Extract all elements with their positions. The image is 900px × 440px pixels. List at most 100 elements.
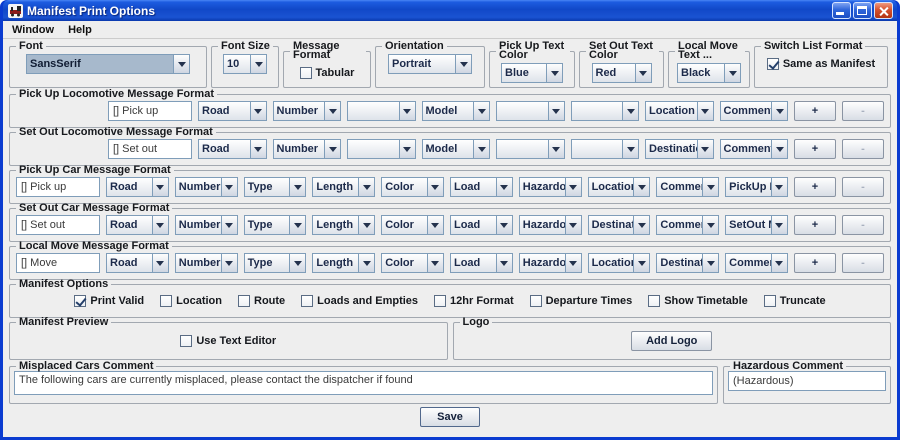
number-combo[interactable]: Number	[175, 215, 238, 235]
combo-dropdown-button[interactable]	[358, 178, 374, 196]
length-combo[interactable]: Length	[312, 215, 375, 235]
combo-dropdown-button[interactable]	[358, 254, 374, 272]
combo-dropdown-button[interactable]	[771, 178, 787, 196]
model-combo[interactable]: Model	[422, 139, 491, 159]
font-size-combo[interactable]: 10	[223, 54, 267, 74]
combo-dropdown-button[interactable]	[702, 254, 718, 272]
road-combo[interactable]: Road	[198, 101, 267, 121]
road-combo[interactable]: Road	[106, 177, 169, 197]
combo-dropdown-button[interactable]	[724, 64, 740, 82]
font-combo[interactable]: SansSerif	[26, 54, 190, 74]
prefix-text-field[interactable]: [] Pick up	[108, 101, 192, 121]
combo-dropdown-button[interactable]	[548, 140, 564, 158]
length-combo[interactable]: Length	[312, 253, 375, 273]
add-field-button[interactable]: +	[794, 139, 836, 159]
menu-help[interactable]: Help	[62, 23, 98, 37]
type-combo[interactable]: Type	[244, 253, 307, 273]
combo-dropdown-button[interactable]	[399, 102, 415, 120]
prefix-text-field[interactable]: [] Move	[16, 253, 100, 273]
combo-dropdown-button[interactable]	[635, 64, 651, 82]
combo-dropdown-button[interactable]	[399, 140, 415, 158]
maximize-icon[interactable]	[853, 2, 872, 19]
empty-combo[interactable]	[571, 139, 640, 159]
add-logo-button[interactable]: Add Logo	[631, 331, 712, 351]
combo-dropdown-button[interactable]	[473, 102, 489, 120]
save-button[interactable]: Save	[420, 407, 480, 427]
prefix-text-field[interactable]: [] Pick up	[16, 177, 100, 197]
menu-window[interactable]: Window	[6, 23, 60, 37]
remove-field-button[interactable]: -	[842, 215, 884, 235]
pickup-msg-combo[interactable]: PickUp Msg	[725, 177, 788, 197]
destination-combo[interactable]: Destination	[588, 215, 651, 235]
prefix-text-field[interactable]: [] Set out	[16, 215, 100, 235]
location-combo[interactable]: Location	[588, 177, 651, 197]
combo-dropdown-button[interactable]	[289, 178, 305, 196]
title-bar[interactable]: Manifest Print Options	[3, 0, 897, 21]
combo-dropdown-button[interactable]	[427, 254, 443, 272]
combo-dropdown-button[interactable]	[496, 178, 512, 196]
color-combo[interactable]: Color	[381, 253, 444, 273]
number-combo[interactable]: Number	[175, 253, 238, 273]
location-checkbox[interactable]: Location	[160, 295, 222, 307]
combo-dropdown-button[interactable]	[324, 102, 340, 120]
add-field-button[interactable]: +	[794, 215, 836, 235]
color-combo[interactable]: Color	[381, 177, 444, 197]
add-field-button[interactable]: +	[794, 101, 836, 121]
show-timetable-checkbox[interactable]: Show Timetable	[648, 295, 748, 307]
same-as-manifest-checkbox[interactable]: Same as Manifest	[767, 58, 875, 70]
combo-dropdown-button[interactable]	[250, 102, 266, 120]
remove-field-button[interactable]: -	[842, 139, 884, 159]
loads-and-empties-checkbox[interactable]: Loads and Empties	[301, 295, 418, 307]
minimize-icon[interactable]	[832, 2, 851, 19]
combo-dropdown-button[interactable]	[289, 254, 305, 272]
use-text-editor-checkbox[interactable]: Use Text Editor	[180, 335, 276, 347]
combo-dropdown-button[interactable]	[702, 178, 718, 196]
combo-dropdown-button[interactable]	[358, 216, 374, 234]
comment-combo[interactable]: Comment	[656, 177, 719, 197]
empty-combo[interactable]	[347, 139, 416, 159]
hazardous-combo[interactable]: Hazardous	[519, 253, 582, 273]
empty-combo[interactable]	[347, 101, 416, 121]
road-combo[interactable]: Road	[198, 139, 267, 159]
length-combo[interactable]: Length	[312, 177, 375, 197]
combo-dropdown-button[interactable]	[622, 140, 638, 158]
combo-dropdown-button[interactable]	[152, 178, 168, 196]
combo-dropdown-button[interactable]	[546, 64, 562, 82]
comment-combo[interactable]: Comment	[720, 139, 789, 159]
type-combo[interactable]: Type	[244, 215, 307, 235]
remove-field-button[interactable]: -	[842, 177, 884, 197]
add-field-button[interactable]: +	[794, 253, 836, 273]
combo-dropdown-button[interactable]	[548, 102, 564, 120]
set-out-text-color-combo[interactable]: Red	[592, 63, 652, 83]
combo-dropdown-button[interactable]	[565, 254, 581, 272]
combo-dropdown-button[interactable]	[473, 140, 489, 158]
combo-dropdown-button[interactable]	[221, 216, 237, 234]
combo-dropdown-button[interactable]	[250, 55, 266, 73]
combo-dropdown-button[interactable]	[771, 254, 787, 272]
hazardous-comment-field[interactable]: (Hazardous)	[728, 371, 886, 391]
combo-dropdown-button[interactable]	[496, 254, 512, 272]
model-combo[interactable]: Model	[422, 101, 491, 121]
departure-times-checkbox[interactable]: Departure Times	[530, 295, 633, 307]
combo-dropdown-button[interactable]	[427, 216, 443, 234]
empty-combo[interactable]	[571, 101, 640, 121]
combo-dropdown-button[interactable]	[152, 216, 168, 234]
prefix-text-field[interactable]: [] Set out	[108, 139, 192, 159]
location-combo[interactable]: Location	[588, 253, 651, 273]
hazardous-combo[interactable]: Hazardous	[519, 177, 582, 197]
combo-dropdown-button[interactable]	[173, 55, 189, 73]
pick-up-text-color-combo[interactable]: Blue	[501, 63, 563, 83]
combo-dropdown-button[interactable]	[771, 216, 787, 234]
setout-msg-combo[interactable]: SetOut Msg	[725, 215, 788, 235]
destination-combo[interactable]: Destination	[656, 253, 719, 273]
local-move-text-combo[interactable]: Black	[677, 63, 741, 83]
combo-dropdown-button[interactable]	[622, 102, 638, 120]
number-combo[interactable]: Number	[175, 177, 238, 197]
combo-dropdown-button[interactable]	[221, 178, 237, 196]
combo-dropdown-button[interactable]	[289, 216, 305, 234]
empty-combo[interactable]	[496, 139, 565, 159]
number-combo[interactable]: Number	[273, 101, 342, 121]
combo-dropdown-button[interactable]	[221, 254, 237, 272]
number-combo[interactable]: Number	[273, 139, 342, 159]
combo-dropdown-button[interactable]	[324, 140, 340, 158]
